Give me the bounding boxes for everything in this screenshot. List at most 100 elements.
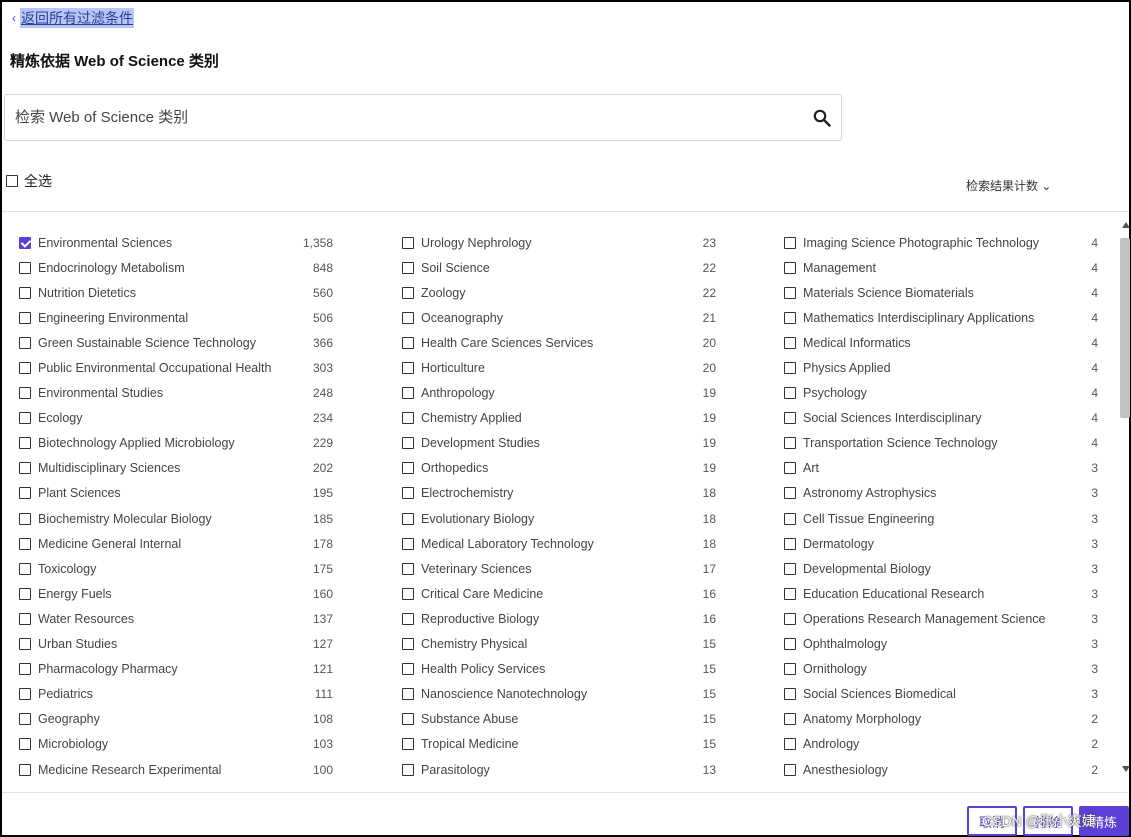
category-checkbox[interactable] [402, 236, 414, 249]
category-checkbox[interactable] [19, 612, 31, 625]
category-checkbox[interactable] [784, 286, 796, 299]
category-checkbox[interactable] [19, 663, 31, 676]
category-option[interactable]: Multidisciplinary Sciences 202 [19, 456, 333, 481]
category-checkbox[interactable] [402, 663, 414, 676]
category-option[interactable]: Chemistry Applied 19 [402, 406, 716, 431]
back-to-all-filters-link[interactable]: ‹ 返回所有过滤条件 [12, 8, 134, 28]
category-option[interactable]: Art 3 [784, 456, 1098, 481]
category-option[interactable]: Health Care Sciences Services 20 [402, 330, 716, 355]
category-option[interactable]: Ornithology 3 [784, 657, 1098, 682]
category-checkbox[interactable] [19, 587, 31, 600]
category-option[interactable]: Medicine General Internal 178 [19, 531, 333, 556]
category-option[interactable]: Reproductive Biology 16 [402, 606, 716, 631]
category-checkbox[interactable] [402, 387, 414, 400]
category-checkbox[interactable] [19, 638, 31, 651]
category-option[interactable]: Engineering Environmental 506 [19, 305, 333, 330]
category-checkbox[interactable] [784, 688, 796, 701]
category-checkbox[interactable] [402, 612, 414, 625]
category-option[interactable]: Plant Sciences 195 [19, 481, 333, 506]
category-checkbox[interactable] [784, 738, 796, 751]
category-checkbox[interactable] [19, 437, 31, 450]
category-option[interactable]: Social Sciences Interdisciplinary 4 [784, 406, 1098, 431]
category-checkbox[interactable] [19, 236, 31, 249]
category-option[interactable]: Medicine Research Experimental 100 [19, 757, 333, 782]
category-checkbox[interactable] [19, 512, 31, 525]
sort-dropdown[interactable]: 检索结果计数 ⌄ [966, 177, 1051, 194]
category-checkbox[interactable] [784, 261, 796, 274]
category-checkbox[interactable] [784, 537, 796, 550]
search-input[interactable] [13, 108, 777, 127]
category-option[interactable]: Urology Nephrology 23 [402, 230, 716, 255]
category-checkbox[interactable] [784, 763, 796, 776]
category-checkbox[interactable] [402, 261, 414, 274]
category-checkbox[interactable] [19, 562, 31, 575]
category-option[interactable]: Medical Laboratory Technology 18 [402, 531, 716, 556]
category-checkbox[interactable] [784, 311, 796, 324]
exclude-button[interactable]: 排除 [1023, 806, 1073, 836]
category-checkbox[interactable] [19, 311, 31, 324]
category-checkbox[interactable] [784, 462, 796, 475]
category-option[interactable]: Health Policy Services 15 [402, 657, 716, 682]
category-option[interactable]: Evolutionary Biology 18 [402, 506, 716, 531]
category-checkbox[interactable] [784, 612, 796, 625]
category-option[interactable]: Veterinary Sciences 17 [402, 556, 716, 581]
category-checkbox[interactable] [19, 286, 31, 299]
category-option[interactable]: Social Sciences Biomedical 3 [784, 682, 1098, 707]
category-option[interactable]: Andrology 2 [784, 732, 1098, 757]
category-checkbox[interactable] [19, 412, 31, 425]
category-option[interactable]: Endocrinology Metabolism 848 [19, 255, 333, 280]
category-option[interactable]: Biotechnology Applied Microbiology 229 [19, 431, 333, 456]
category-option[interactable]: Ecology 234 [19, 406, 333, 431]
category-checkbox[interactable] [784, 412, 796, 425]
category-checkbox[interactable] [784, 663, 796, 676]
category-option[interactable]: Anesthesiology 2 [784, 757, 1098, 782]
category-checkbox[interactable] [784, 587, 796, 600]
category-checkbox[interactable] [19, 688, 31, 701]
category-checkbox[interactable] [784, 236, 796, 249]
select-all-checkbox[interactable] [6, 175, 18, 187]
category-option[interactable]: Zoology 22 [402, 280, 716, 305]
category-option[interactable]: Electrochemistry 18 [402, 481, 716, 506]
category-checkbox[interactable] [784, 562, 796, 575]
category-checkbox[interactable] [19, 362, 31, 375]
category-option[interactable]: Imaging Science Photographic Technology 4 [784, 230, 1098, 255]
scrollbar[interactable] [1119, 220, 1131, 772]
category-option[interactable]: Cell Tissue Engineering 3 [784, 506, 1098, 531]
select-all-option[interactable]: 全选 [6, 171, 52, 191]
category-checkbox[interactable] [784, 362, 796, 375]
category-option[interactable]: Horticulture 20 [402, 355, 716, 380]
category-checkbox[interactable] [402, 362, 414, 375]
category-option[interactable]: Environmental Studies 248 [19, 381, 333, 406]
category-checkbox[interactable] [784, 713, 796, 726]
search-icon[interactable] [813, 109, 831, 127]
category-option[interactable]: Dermatology 3 [784, 531, 1098, 556]
category-option[interactable]: Microbiology 103 [19, 732, 333, 757]
category-checkbox[interactable] [402, 336, 414, 349]
category-option[interactable]: Anatomy Morphology 2 [784, 707, 1098, 732]
category-option[interactable]: Operations Research Management Science 3 [784, 606, 1098, 631]
category-option[interactable]: Materials Science Biomaterials 4 [784, 280, 1098, 305]
category-checkbox[interactable] [19, 336, 31, 349]
category-option[interactable]: Medical Informatics 4 [784, 330, 1098, 355]
category-checkbox[interactable] [402, 487, 414, 500]
category-option[interactable]: Toxicology 175 [19, 556, 333, 581]
category-option[interactable]: Education Educational Research 3 [784, 581, 1098, 606]
category-checkbox[interactable] [402, 763, 414, 776]
category-checkbox[interactable] [402, 562, 414, 575]
category-checkbox[interactable] [402, 311, 414, 324]
category-checkbox[interactable] [402, 462, 414, 475]
category-option[interactable]: Public Environmental Occupational Health… [19, 355, 333, 380]
category-option[interactable]: Ophthalmology 3 [784, 632, 1098, 657]
category-option[interactable]: Orthopedics 19 [402, 456, 716, 481]
scroll-down-arrow-icon[interactable] [1122, 766, 1130, 772]
category-checkbox[interactable] [402, 587, 414, 600]
category-checkbox[interactable] [784, 437, 796, 450]
category-checkbox[interactable] [402, 537, 414, 550]
category-option[interactable]: Astronomy Astrophysics 3 [784, 481, 1098, 506]
refine-button[interactable]: 精炼 [1079, 806, 1129, 836]
category-checkbox[interactable] [784, 512, 796, 525]
category-checkbox[interactable] [402, 688, 414, 701]
category-checkbox[interactable] [19, 462, 31, 475]
category-checkbox[interactable] [402, 713, 414, 726]
category-checkbox[interactable] [402, 286, 414, 299]
